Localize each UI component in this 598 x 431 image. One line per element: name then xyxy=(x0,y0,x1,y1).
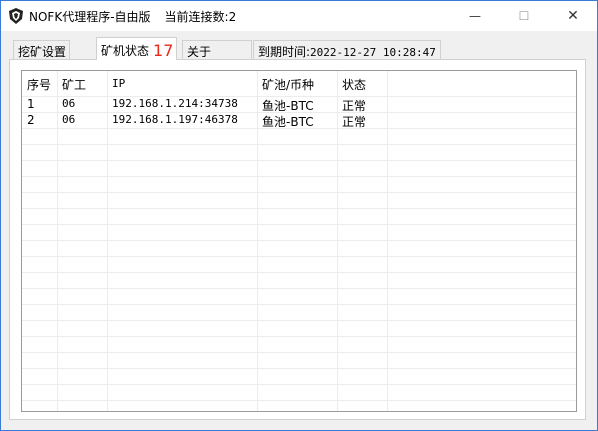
app-window: NOFK代理程序-自由版 当前连接数:2 — ☐ ✕ 挖矿设置 矿机状态 17 关于… xyxy=(0,0,598,431)
close-icon: ✕ xyxy=(567,8,579,24)
cell-miner: 06 xyxy=(62,97,76,110)
tab-about[interactable]: 关于 xyxy=(182,40,252,59)
column-header-pool[interactable]: 矿池/币种 xyxy=(262,76,314,93)
empty-row xyxy=(22,145,576,161)
tab-label: 挖矿设置 xyxy=(18,45,67,59)
column-header-status[interactable]: 状态 xyxy=(342,76,366,93)
empty-row xyxy=(22,305,576,321)
tab-miner-status[interactable]: 矿机状态 17 xyxy=(96,37,178,60)
column-divider xyxy=(257,71,258,411)
miner-logo-icon xyxy=(7,7,25,25)
empty-row xyxy=(22,177,576,193)
cell-pool: 鱼池-BTC xyxy=(262,99,314,113)
miner-count-badge: 17 xyxy=(153,41,174,60)
cell-index: 1 xyxy=(27,97,35,111)
column-header-index[interactable]: 序号 xyxy=(27,76,51,93)
tab-mining-settings[interactable]: 挖矿设置 xyxy=(13,40,71,59)
empty-row xyxy=(22,385,576,401)
title-bar[interactable]: NOFK代理程序-自由版 当前连接数:2 — ☐ ✕ xyxy=(1,1,597,31)
window-title: NOFK代理程序-自由版 当前连接数:2 xyxy=(29,8,236,25)
app-title: NOFK代理程序-自由版 xyxy=(29,10,151,24)
cell-status: 正常 xyxy=(342,115,367,129)
cell-pool: 鱼池-BTC xyxy=(262,115,314,129)
empty-row xyxy=(22,353,576,369)
empty-row xyxy=(22,401,576,411)
table-row[interactable]: 1 06 192.168.1.214:34738 鱼池-BTC 正常 xyxy=(22,97,576,113)
empty-row xyxy=(22,241,576,257)
empty-row xyxy=(22,209,576,225)
tab-panel: 序号 矿工 IP 矿池/币种 状态 1 06 192.168.1.214:347… xyxy=(9,59,586,420)
connection-count: 当前连接数:2 xyxy=(164,10,237,24)
list-header: 序号 矿工 IP 矿池/币种 状态 xyxy=(22,71,576,97)
expiry-label: 到期时间: xyxy=(258,45,311,59)
expiry-info: 到期时间:2022-12-27 10:28:47 xyxy=(253,40,441,59)
empty-row xyxy=(22,161,576,177)
column-divider xyxy=(57,71,58,411)
column-divider xyxy=(387,71,388,411)
empty-row xyxy=(22,193,576,209)
empty-row xyxy=(22,129,576,145)
tab-label: 关于 xyxy=(187,45,212,59)
miner-list[interactable]: 序号 矿工 IP 矿池/币种 状态 1 06 192.168.1.214:347… xyxy=(21,70,577,412)
close-button[interactable]: ✕ xyxy=(550,1,596,31)
column-header-miner[interactable]: 矿工 xyxy=(62,76,86,93)
cell-ip: 192.168.1.214:34738 xyxy=(112,97,238,110)
column-divider xyxy=(107,71,108,411)
table-row[interactable]: 2 06 192.168.1.197:46378 鱼池-BTC 正常 xyxy=(22,113,576,129)
maximize-icon: ☐ xyxy=(518,9,530,23)
minimize-icon: — xyxy=(469,9,481,23)
empty-row xyxy=(22,257,576,273)
empty-row xyxy=(22,289,576,305)
empty-row xyxy=(22,369,576,385)
expiry-value: 2022-12-27 10:28:47 xyxy=(310,46,436,59)
cell-ip: 192.168.1.197:46378 xyxy=(112,113,238,126)
column-header-ip[interactable]: IP xyxy=(112,77,125,90)
cell-index: 2 xyxy=(27,113,35,127)
empty-row xyxy=(22,321,576,337)
minimize-button[interactable]: — xyxy=(452,1,498,31)
cell-miner: 06 xyxy=(62,113,76,126)
empty-row xyxy=(22,337,576,353)
column-divider xyxy=(337,71,338,411)
cell-status: 正常 xyxy=(342,99,367,113)
tab-label: 矿机状态 xyxy=(101,44,150,58)
empty-row xyxy=(22,273,576,289)
empty-row xyxy=(22,225,576,241)
maximize-button[interactable]: ☐ xyxy=(501,1,547,31)
